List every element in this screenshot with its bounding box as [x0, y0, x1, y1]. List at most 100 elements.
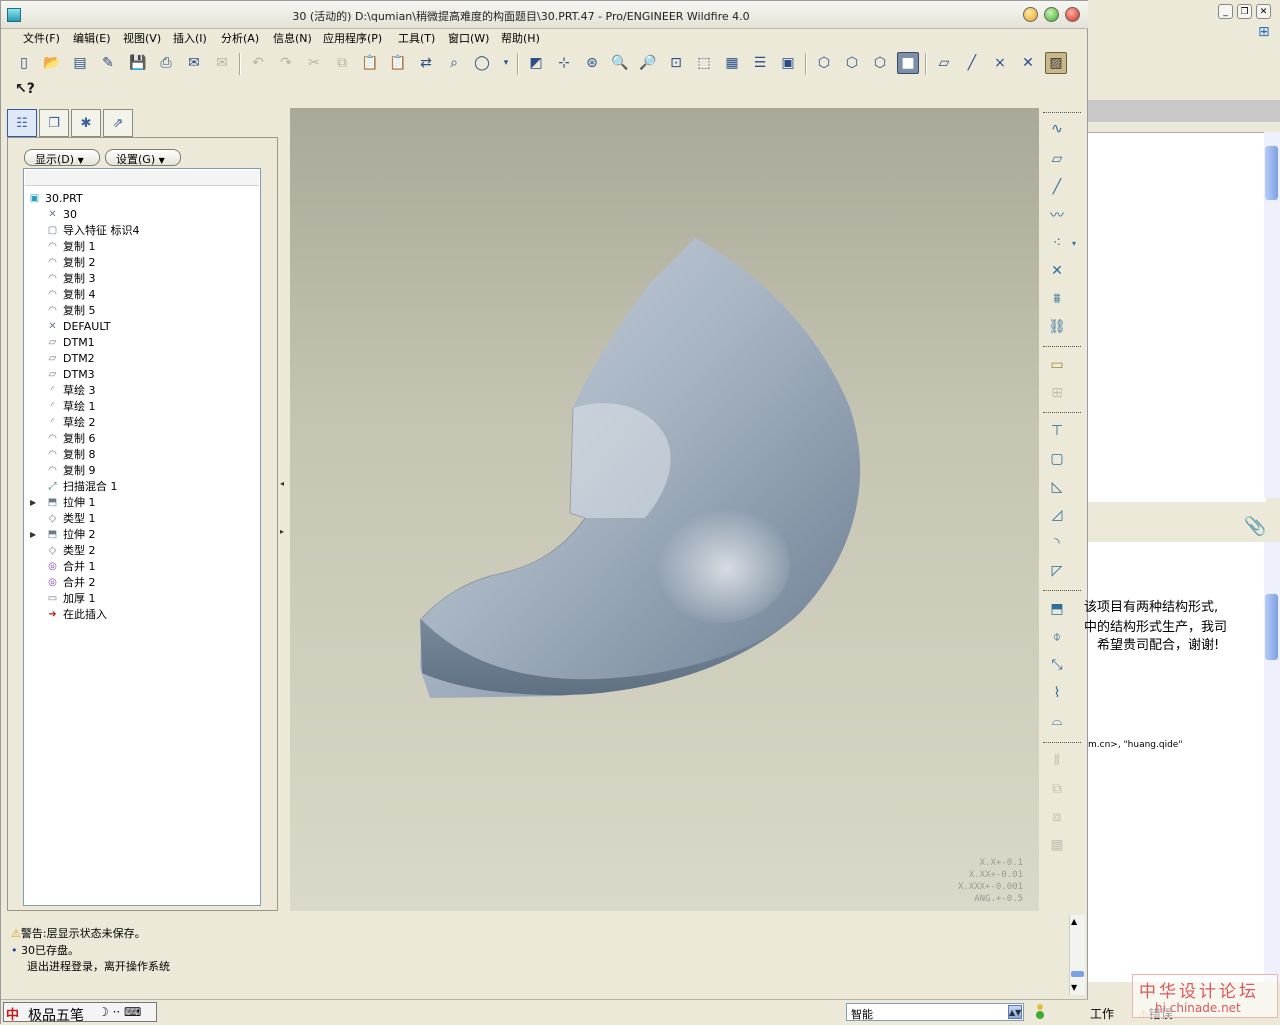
find-icon[interactable]: ⌕ — [443, 52, 465, 74]
tree-item[interactable]: ◠ 复制 4 — [24, 287, 260, 303]
draft-icon[interactable]: ◿ — [1045, 504, 1069, 526]
tree-item[interactable]: ◠ 复制 5 — [24, 303, 260, 319]
model-surface[interactable] — [420, 238, 861, 698]
tree-item[interactable]: ▭ 加厚 1 — [24, 591, 260, 607]
chevron-down-icon[interactable]: ▾ — [1069, 232, 1079, 254]
selection-filter-select[interactable]: 智能 ▲▼ — [846, 1003, 1024, 1021]
paste-special-icon[interactable]: 📋 — [387, 52, 409, 74]
ime-logo-icon[interactable]: 中 — [6, 1004, 24, 1023]
menu-edit[interactable]: 编辑(E) — [73, 30, 111, 46]
tree-item[interactable]: ◠ 复制 1 — [24, 239, 260, 255]
tree-item[interactable]: ▣ 30.PRT — [24, 191, 260, 207]
ime-toolbar[interactable]: 中 极品五笔 ☽ ·· ⌨ — [3, 1002, 157, 1024]
datum-points-toggle-icon[interactable]: × — [989, 52, 1011, 74]
tab-folder-browser[interactable]: ❐ — [39, 109, 69, 137]
menu-info[interactable]: 信息(N) — [273, 30, 312, 46]
undo-icon[interactable]: ↶ — [247, 52, 269, 74]
tab-model-tree[interactable]: ☷ — [7, 109, 37, 137]
tree-item[interactable]: ◎ 合并 2 — [24, 575, 260, 591]
pattern-icon[interactable]: ▦ — [1045, 834, 1069, 856]
refit-icon[interactable]: ⊡ — [665, 52, 687, 74]
annotation-toggle-icon[interactable]: ▨ — [1045, 52, 1067, 74]
chevron-down-icon[interactable]: ▲▼ — [1008, 1005, 1022, 1019]
orient-mode-icon[interactable]: ⊛ — [581, 52, 603, 74]
chevron-right-icon[interactable]: ▸ — [280, 527, 284, 536]
tree-item[interactable]: ▢ 导入特征 标识4 — [24, 223, 260, 239]
minimize-button[interactable]: _ — [1218, 4, 1233, 19]
ime-mode-icons[interactable]: ☽ ·· ⌨ — [98, 1005, 141, 1019]
tree-item[interactable]: ◜ 草绘 3 — [24, 383, 260, 399]
tree-item[interactable]: ▶ ⬒ 拉伸 2 — [24, 527, 260, 543]
menu-help[interactable]: 帮助(H) — [501, 30, 540, 46]
tree-item[interactable]: ▱ DTM3 — [24, 367, 260, 383]
settings-dropdown[interactable]: 设置(G) ▼ — [105, 149, 181, 166]
paste-icon[interactable]: 📋 — [359, 52, 381, 74]
menu-insert[interactable]: 插入(I) — [173, 30, 207, 46]
tree-item[interactable]: ◠ 复制 6 — [24, 431, 260, 447]
wireframe-icon[interactable]: ⬡ — [813, 52, 835, 74]
restore-button[interactable]: ❐ — [1237, 4, 1252, 19]
scroll-thumb[interactable] — [1265, 594, 1278, 660]
trim-icon[interactable]: ⧈ — [1045, 806, 1069, 828]
tree-item[interactable]: ⤢ 扫描混合 1 — [24, 479, 260, 495]
sketched-curve-icon[interactable]: 〰 — [1045, 204, 1069, 226]
tab-connections[interactable]: ⇗ — [103, 109, 133, 137]
background-scrollbar[interactable] — [1264, 132, 1280, 498]
tree-item[interactable]: ◜ 草绘 2 — [24, 415, 260, 431]
send-mail-icon[interactable]: ✉ — [183, 52, 205, 74]
style-icon[interactable]: ⌓ — [1045, 710, 1069, 732]
maximize-button[interactable] — [1044, 7, 1059, 22]
new-file-icon[interactable]: ▯ — [13, 52, 35, 74]
edit-session-icon[interactable]: ✎ — [97, 52, 119, 74]
tree-item[interactable]: ◜ 草绘 1 — [24, 399, 260, 415]
redo-icon[interactable]: ↷ — [275, 52, 297, 74]
chain-icon[interactable]: ⛓ — [1045, 316, 1069, 338]
menu-file[interactable]: 文件(F) — [23, 30, 60, 46]
hidden-line-icon[interactable]: ⬡ — [841, 52, 863, 74]
close-button[interactable]: ✕ — [1256, 4, 1271, 19]
view-manager-icon[interactable]: ▣ — [777, 52, 799, 74]
save-icon[interactable]: 💾 — [127, 52, 149, 74]
scroll-thumb[interactable] — [1265, 146, 1278, 200]
tree-item[interactable]: ◎ 合并 1 — [24, 559, 260, 575]
tag-icon[interactable]: ⊞ — [1045, 382, 1069, 404]
chevron-down-icon[interactable]: ▾ — [495, 52, 517, 74]
chamfer-icon[interactable]: ◸ — [1045, 560, 1069, 582]
regenerate-icon[interactable]: ⇄ — [415, 52, 437, 74]
panel-splitter[interactable]: ◂ ▸ — [280, 459, 286, 559]
menu-tools[interactable]: 工具(T) — [398, 30, 435, 46]
coordinate-system-icon[interactable]: ✕ — [1045, 260, 1069, 282]
csys-toggle-icon[interactable]: ✕ — [1017, 52, 1039, 74]
repaint-icon[interactable]: ◩ — [525, 52, 547, 74]
message-scrollbar[interactable]: ▲ ▼ — [1069, 915, 1085, 995]
graphics-window[interactable]: X.X+-0.1 X.XX+-0.01 X.XXX+-0.001 ANG.+-0… — [290, 108, 1039, 911]
copy-icon[interactable]: ⧉ — [331, 52, 353, 74]
scroll-thumb[interactable] — [1071, 971, 1084, 977]
scroll-down-icon[interactable]: ▼ — [1071, 983, 1077, 992]
datum-axis-icon[interactable]: ╱ — [1045, 176, 1069, 198]
shell-icon[interactable]: ▢ — [1045, 448, 1069, 470]
menu-applications[interactable]: 应用程序(P) — [323, 30, 382, 46]
tree-item[interactable]: ◇ 类型 2 — [24, 543, 260, 559]
mail-attachment-icon[interactable]: ✉ — [211, 52, 233, 74]
expand-arrow-icon[interactable]: ▶ — [30, 495, 36, 511]
tree-item[interactable]: ✕ DEFAULT — [24, 319, 260, 335]
tree-item[interactable]: ✕ 30 — [24, 207, 260, 223]
revolve-icon[interactable]: ⌽ — [1045, 626, 1069, 648]
variable-sweep-icon[interactable]: ⤡ — [1045, 654, 1069, 676]
merge-icon[interactable]: ⧉ — [1045, 778, 1069, 800]
show-dropdown[interactable]: 显示(D) ▼ — [24, 149, 100, 166]
whats-this-help-icon[interactable]: ↖? — [15, 81, 35, 97]
tree-item[interactable]: ▶ ⬒ 拉伸 1 — [24, 495, 260, 511]
mirror-icon[interactable]: ⫴ — [1045, 750, 1069, 772]
tree-item[interactable]: ▱ DTM1 — [24, 335, 260, 351]
round-icon[interactable]: ◝ — [1045, 532, 1069, 554]
datum-curve-icon[interactable]: ∿ — [1045, 118, 1069, 140]
datum-plane-icon[interactable]: ▱ — [1045, 148, 1069, 170]
layers-icon[interactable]: ☰ — [749, 52, 771, 74]
menu-view[interactable]: 视图(V) — [123, 30, 161, 46]
tree-filter-bar[interactable] — [25, 170, 259, 186]
no-hidden-icon[interactable]: ⬡ — [869, 52, 891, 74]
datum-point-icon[interactable]: ⁖ — [1045, 232, 1069, 254]
shading-icon[interactable]: ■ — [897, 52, 919, 74]
